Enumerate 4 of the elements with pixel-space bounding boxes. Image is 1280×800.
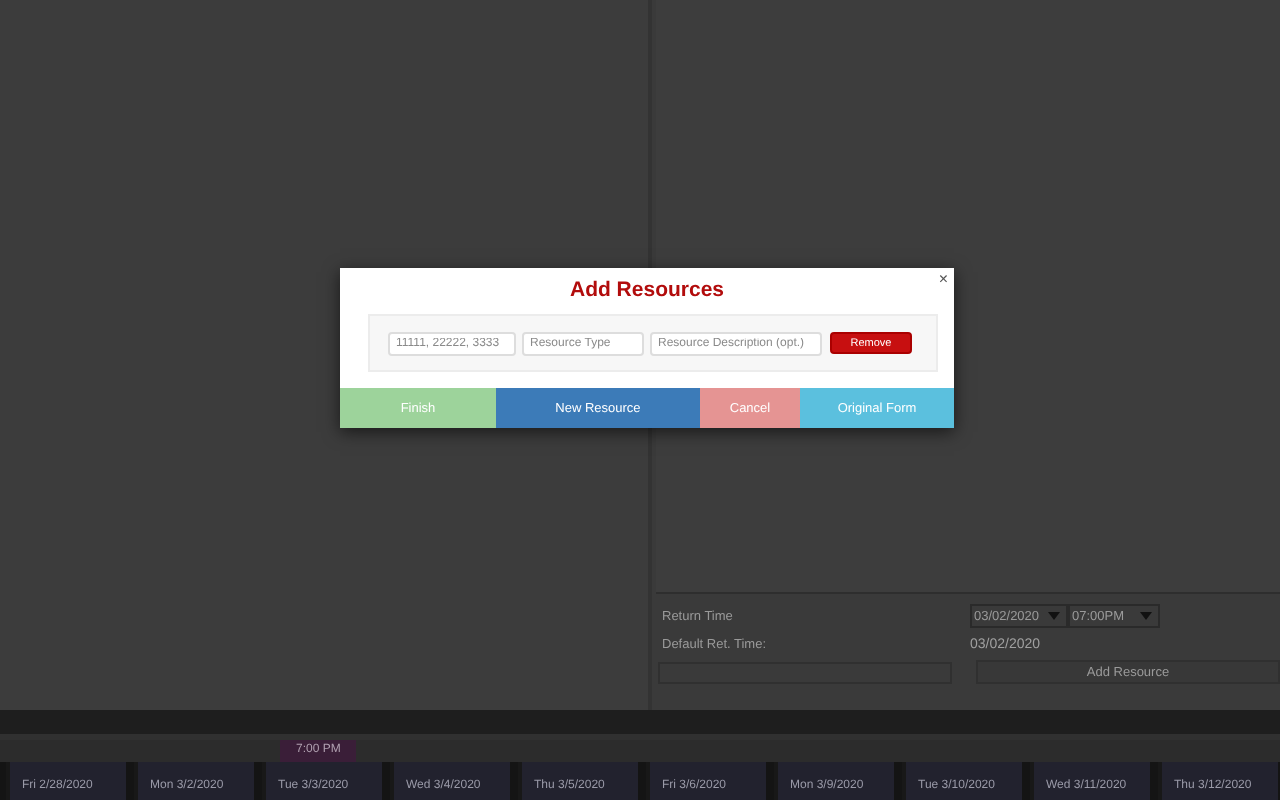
caret-icon [1140, 612, 1152, 620]
dialog-title: Add Resources [569, 277, 725, 301]
caret-icon [1048, 612, 1060, 620]
close-button[interactable]: × [938, 272, 948, 288]
